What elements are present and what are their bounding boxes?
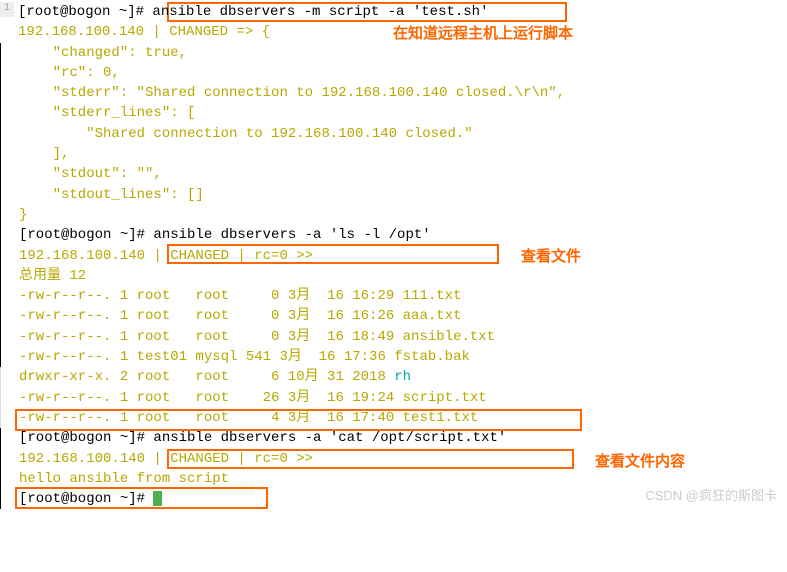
prompt: [root@bogon ~]#	[19, 430, 153, 446]
terminal-output: -rw-r--r--. 1 root root 4 3月 16 17:40 te…	[0, 408, 787, 428]
command-input[interactable]: ansible dbservers -a 'ls -l /opt'	[153, 227, 430, 243]
terminal-output: -rw-r--r--. 1 root root 0 3月 16 18:49 an…	[0, 327, 787, 347]
terminal-output: "Shared connection to 192.168.100.140 cl…	[0, 124, 787, 144]
terminal-output: 总用量 12	[0, 266, 787, 286]
terminal-output: -rw-r--r--. 1 root root 26 3月 16 19:24 s…	[0, 388, 787, 408]
terminal-output: "stderr_lines": [	[0, 103, 787, 123]
terminal-line[interactable]: [root@bogon ~]# ansible dbservers -a 'ls…	[0, 225, 787, 245]
gutter-num: 1	[0, 2, 14, 17]
terminal-output: }	[0, 205, 787, 225]
terminal-output: "stderr": "Shared connection to 192.168.…	[0, 83, 787, 103]
terminal-output: drwxr-xr-x. 2 root root 6 10月 31 2018 rh	[0, 367, 787, 387]
prompt: [root@bogon ~]#	[19, 491, 153, 507]
command-input[interactable]: ansible dbservers -a 'cat /opt/script.tx…	[153, 430, 506, 446]
command-input[interactable]: ansible dbservers -m script -a 'test.sh'	[152, 4, 488, 20]
terminal-line[interactable]: 1 [root@bogon ~]# ansible dbservers -m sc…	[0, 2, 787, 22]
terminal-output: 192.168.100.140 | CHANGED | rc=0 >>	[0, 449, 787, 469]
cursor	[153, 491, 162, 506]
terminal-output: ],	[0, 144, 787, 164]
dir-name: rh	[394, 369, 411, 385]
terminal-output: "stdout": "",	[0, 164, 787, 184]
terminal-output: 192.168.100.140 | CHANGED | rc=0 >>	[0, 246, 787, 266]
terminal-line[interactable]: [root@bogon ~]# ansible dbservers -a 'ca…	[0, 428, 787, 448]
terminal-output: "stdout_lines": []	[0, 185, 787, 205]
terminal-output: 192.168.100.140 | CHANGED => {	[0, 22, 787, 42]
terminal-output: -rw-r--r--. 1 root root 0 3月 16 16:29 11…	[0, 286, 787, 306]
terminal-output: -rw-r--r--. 1 root root 0 3月 16 16:26 aa…	[0, 306, 787, 326]
prompt: [root@bogon ~]#	[19, 227, 153, 243]
terminal-output: "rc": 0,	[0, 63, 787, 83]
terminal-output: "changed": true,	[0, 43, 787, 63]
watermark: CSDN @疯狂的斯图卡	[645, 487, 777, 506]
terminal-output: -rw-r--r--. 1 test01 mysql 541 3月 16 17:…	[0, 347, 787, 367]
prompt: [root@bogon ~]#	[18, 4, 152, 20]
